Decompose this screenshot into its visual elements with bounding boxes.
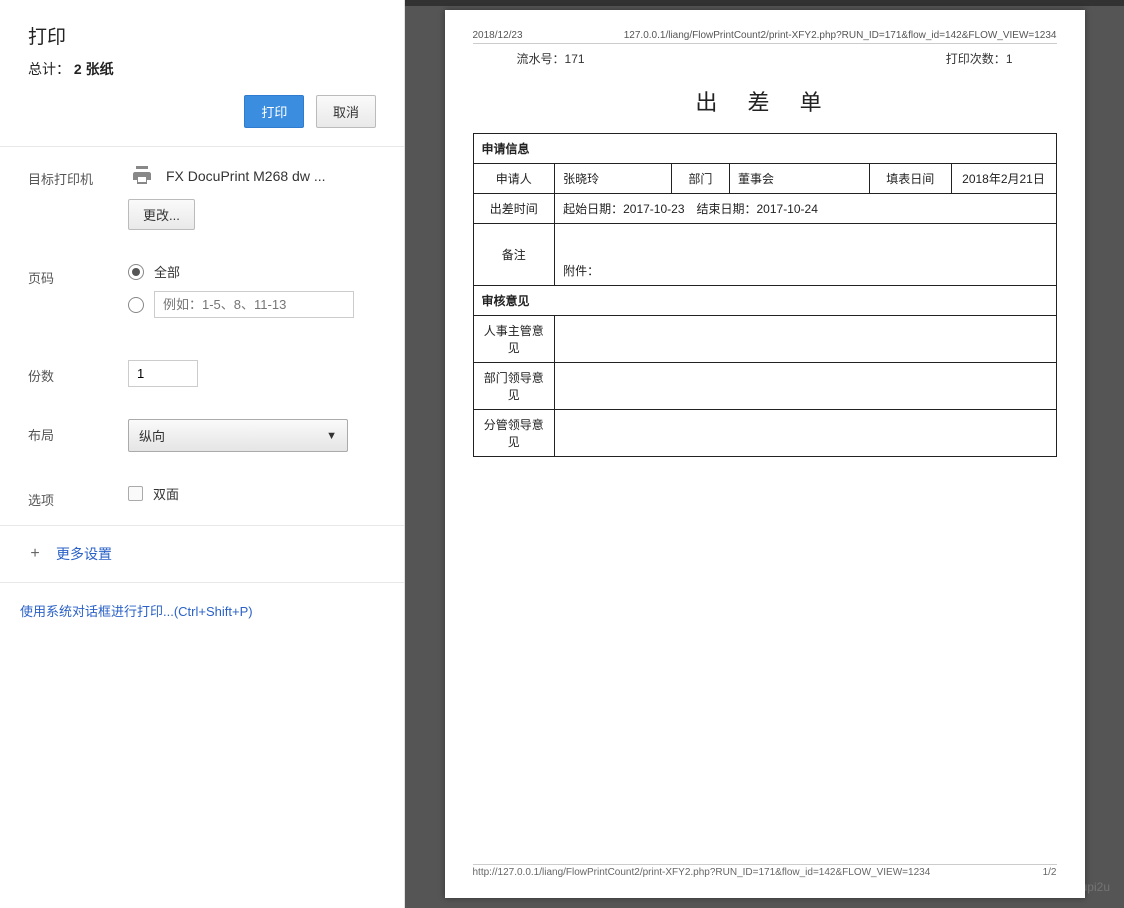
fill-date-value: 2018年2月21日 [951, 164, 1056, 194]
doc-table: 申请信息 申请人 张晓玲 部门 董事会 填表日间 2018年2月21日 出差时间… [473, 133, 1057, 457]
printer-line: FX DocuPrint M268 dw ... [128, 163, 376, 189]
print-title: 打印 [28, 22, 376, 49]
serial-value: 171 [565, 52, 585, 66]
applicant-value: 张晓玲 [555, 164, 672, 194]
dept-leader-row: 部门领导意见 [473, 363, 1056, 410]
change-printer-button[interactable]: 更改... [128, 199, 195, 230]
dept-label: 部门 [671, 164, 729, 194]
copies-input[interactable] [128, 360, 198, 387]
total-label: 总计： [28, 61, 70, 77]
watermark: https://blog.csdn.net/upi2u [970, 880, 1110, 894]
page-meta: 流水号：171 打印次数：1 [473, 44, 1057, 67]
fill-date-label: 填表日间 [869, 164, 951, 194]
print-sidebar: 打印 总计： 2 张纸 打印 取消 目标打印机 FX DocuPrint M26… [0, 0, 405, 908]
printer-name: FX DocuPrint M268 dw ... [166, 168, 326, 184]
print-count-value: 1 [1006, 52, 1013, 66]
preview-page: 2018/12/23 127.0.0.1/liang/FlowPrintCoun… [445, 10, 1085, 898]
dept-leader-label: 部门领导意见 [473, 363, 555, 410]
page-footer: http://127.0.0.1/liang/FlowPrintCount2/p… [473, 864, 1057, 878]
plus-icon: + [28, 545, 42, 563]
pages-all-option[interactable]: 全部 [128, 262, 376, 281]
dept-value: 董事会 [730, 164, 870, 194]
dept-leader-value [555, 363, 1056, 410]
section-apply: 申请信息 [473, 134, 1056, 164]
hr-label: 人事主管意见 [473, 316, 555, 363]
preview-top-bar [405, 0, 1124, 6]
mgr-leader-row: 分管领导意见 [473, 410, 1056, 457]
system-dialog-link[interactable]: 使用系统对话框进行打印...(Ctrl+Shift+P) [0, 583, 404, 638]
layout-row: 布局 纵向 ▼ [0, 403, 404, 468]
preview-area: 2018/12/23 127.0.0.1/liang/FlowPrintCoun… [405, 0, 1124, 908]
serial: 流水号：171 [517, 50, 585, 67]
page-header-row: 2018/12/23 127.0.0.1/liang/FlowPrintCoun… [473, 30, 1057, 44]
pages-all-label: 全部 [154, 262, 180, 281]
chevron-down-icon: ▼ [326, 430, 337, 442]
applicant-label: 申请人 [473, 164, 555, 194]
print-count: 打印次数：1 [946, 50, 1013, 67]
printer-label: 目标打印机 [28, 163, 128, 188]
attachment-cell: 附件： [555, 224, 1056, 286]
footer-page: 1/2 [1043, 867, 1057, 878]
trip-time-label: 出差时间 [473, 194, 555, 224]
checkbox-icon [128, 486, 143, 501]
pages-label: 页码 [28, 262, 128, 287]
printer-row: 目标打印机 FX DocuPrint M268 dw ... 更改... [0, 147, 404, 246]
page-header-url: 127.0.0.1/liang/FlowPrintCount2/print-XF… [624, 30, 1057, 41]
layout-label: 布局 [28, 419, 128, 444]
printer-icon [128, 163, 156, 189]
trip-time-row: 出差时间 起始日期：2017-10-23 结束日期：2017-10-24 [473, 194, 1056, 224]
options-label: 选项 [28, 484, 128, 509]
options-row: 选项 双面 [0, 468, 404, 525]
more-settings-label: 更多设置 [56, 544, 112, 564]
radio-icon [128, 297, 144, 313]
section-review: 审核意见 [473, 286, 1056, 316]
radio-icon [128, 264, 144, 280]
action-buttons: 打印 取消 [28, 95, 376, 128]
print-header: 打印 总计： 2 张纸 打印 取消 [0, 0, 404, 147]
layout-value: 纵向 [139, 426, 165, 445]
remark-label: 备注 [473, 224, 555, 286]
page-header-date: 2018/12/23 [473, 30, 523, 41]
footer-url: http://127.0.0.1/liang/FlowPrintCount2/p… [473, 867, 931, 878]
duplex-label: 双面 [153, 484, 179, 503]
settings-block: 目标打印机 FX DocuPrint M268 dw ... 更改... 页码 … [0, 147, 404, 526]
section-apply-label: 申请信息 [473, 134, 1056, 164]
print-count-label: 打印次数： [946, 52, 1006, 66]
duplex-option[interactable]: 双面 [128, 484, 376, 503]
hr-row: 人事主管意见 [473, 316, 1056, 363]
more-settings[interactable]: + 更多设置 [0, 526, 404, 583]
serial-label: 流水号： [517, 52, 565, 66]
hr-value [555, 316, 1056, 363]
total-value: 2 张纸 [74, 61, 114, 77]
applicant-row: 申请人 张晓玲 部门 董事会 填表日间 2018年2月21日 [473, 164, 1056, 194]
layout-select[interactable]: 纵向 ▼ [128, 419, 348, 452]
print-total: 总计： 2 张纸 [28, 59, 376, 79]
print-button[interactable]: 打印 [244, 95, 304, 128]
mgr-leader-value [555, 410, 1056, 457]
copies-label: 份数 [28, 360, 128, 385]
section-review-label: 审核意见 [473, 286, 1056, 316]
trip-time-value: 起始日期：2017-10-23 结束日期：2017-10-24 [555, 194, 1056, 224]
remark-row: 备注 附件： [473, 224, 1056, 286]
doc-title: 出 差 单 [473, 85, 1057, 117]
cancel-button[interactable]: 取消 [316, 95, 376, 128]
pages-range-input[interactable] [154, 291, 354, 318]
copies-row: 份数 [0, 344, 404, 403]
mgr-leader-label: 分管领导意见 [473, 410, 555, 457]
pages-row: 页码 全部 [0, 246, 404, 344]
attachment-label: 附件： [563, 264, 599, 278]
pages-range-option[interactable] [128, 291, 376, 318]
